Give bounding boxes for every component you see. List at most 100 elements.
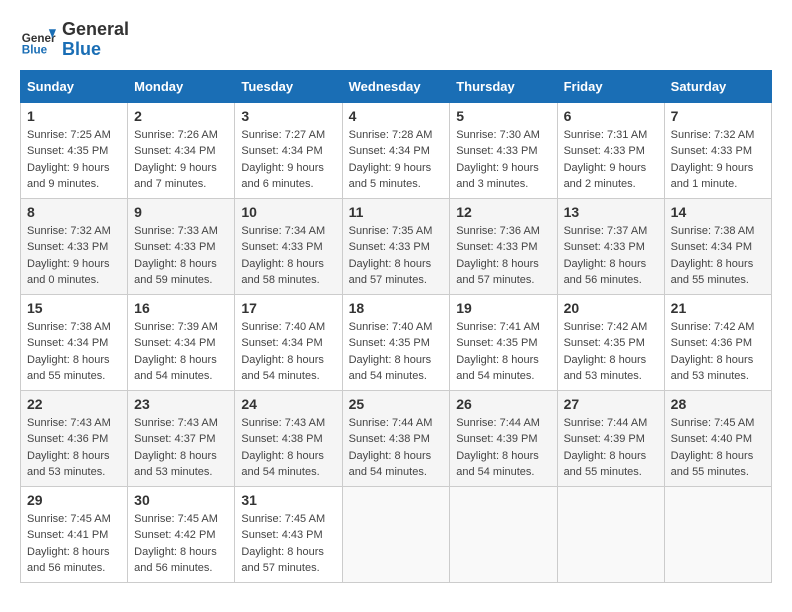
day-info: Sunrise: 7:37 AM Sunset: 4:33 PM Dayligh… bbox=[564, 223, 658, 289]
week-row-5: 29 Sunrise: 7:45 AM Sunset: 4:41 PM Dayl… bbox=[21, 486, 772, 582]
day-info: Sunrise: 7:40 AM Sunset: 4:34 PM Dayligh… bbox=[241, 319, 335, 385]
day-number: 10 bbox=[241, 204, 335, 220]
day-info: Sunrise: 7:38 AM Sunset: 4:34 PM Dayligh… bbox=[671, 223, 765, 289]
day-info: Sunrise: 7:45 AM Sunset: 4:42 PM Dayligh… bbox=[134, 511, 228, 577]
day-info: Sunrise: 7:26 AM Sunset: 4:34 PM Dayligh… bbox=[134, 127, 228, 193]
day-info: Sunrise: 7:35 AM Sunset: 4:33 PM Dayligh… bbox=[349, 223, 444, 289]
day-number: 31 bbox=[241, 492, 335, 508]
calendar-cell: 15 Sunrise: 7:38 AM Sunset: 4:34 PM Dayl… bbox=[21, 294, 128, 390]
calendar-cell: 5 Sunrise: 7:30 AM Sunset: 4:33 PM Dayli… bbox=[450, 102, 557, 198]
calendar-cell: 24 Sunrise: 7:43 AM Sunset: 4:38 PM Dayl… bbox=[235, 390, 342, 486]
weekday-header-row: SundayMondayTuesdayWednesdayThursdayFrid… bbox=[21, 70, 772, 102]
day-number: 21 bbox=[671, 300, 765, 316]
day-info: Sunrise: 7:27 AM Sunset: 4:34 PM Dayligh… bbox=[241, 127, 335, 193]
weekday-header-thursday: Thursday bbox=[450, 70, 557, 102]
day-number: 26 bbox=[456, 396, 550, 412]
calendar-cell: 14 Sunrise: 7:38 AM Sunset: 4:34 PM Dayl… bbox=[664, 198, 771, 294]
day-info: Sunrise: 7:28 AM Sunset: 4:34 PM Dayligh… bbox=[349, 127, 444, 193]
week-row-3: 15 Sunrise: 7:38 AM Sunset: 4:34 PM Dayl… bbox=[21, 294, 772, 390]
day-info: Sunrise: 7:31 AM Sunset: 4:33 PM Dayligh… bbox=[564, 127, 658, 193]
day-number: 1 bbox=[27, 108, 121, 124]
day-number: 24 bbox=[241, 396, 335, 412]
day-info: Sunrise: 7:33 AM Sunset: 4:33 PM Dayligh… bbox=[134, 223, 228, 289]
day-number: 4 bbox=[349, 108, 444, 124]
calendar-cell: 28 Sunrise: 7:45 AM Sunset: 4:40 PM Dayl… bbox=[664, 390, 771, 486]
week-row-4: 22 Sunrise: 7:43 AM Sunset: 4:36 PM Dayl… bbox=[21, 390, 772, 486]
logo-icon: General Blue bbox=[20, 22, 56, 58]
day-number: 20 bbox=[564, 300, 658, 316]
day-number: 25 bbox=[349, 396, 444, 412]
day-number: 3 bbox=[241, 108, 335, 124]
day-number: 19 bbox=[456, 300, 550, 316]
calendar-cell bbox=[557, 486, 664, 582]
day-info: Sunrise: 7:39 AM Sunset: 4:34 PM Dayligh… bbox=[134, 319, 228, 385]
calendar-cell bbox=[450, 486, 557, 582]
day-info: Sunrise: 7:45 AM Sunset: 4:40 PM Dayligh… bbox=[671, 415, 765, 481]
day-number: 23 bbox=[134, 396, 228, 412]
calendar-cell: 4 Sunrise: 7:28 AM Sunset: 4:34 PM Dayli… bbox=[342, 102, 450, 198]
calendar-cell: 31 Sunrise: 7:45 AM Sunset: 4:43 PM Dayl… bbox=[235, 486, 342, 582]
day-number: 14 bbox=[671, 204, 765, 220]
weekday-header-saturday: Saturday bbox=[664, 70, 771, 102]
calendar-cell: 27 Sunrise: 7:44 AM Sunset: 4:39 PM Dayl… bbox=[557, 390, 664, 486]
calendar-cell: 19 Sunrise: 7:41 AM Sunset: 4:35 PM Dayl… bbox=[450, 294, 557, 390]
day-number: 2 bbox=[134, 108, 228, 124]
logo: General Blue General Blue bbox=[20, 20, 129, 60]
day-number: 15 bbox=[27, 300, 121, 316]
calendar-cell: 7 Sunrise: 7:32 AM Sunset: 4:33 PM Dayli… bbox=[664, 102, 771, 198]
calendar-cell: 21 Sunrise: 7:42 AM Sunset: 4:36 PM Dayl… bbox=[664, 294, 771, 390]
svg-text:Blue: Blue bbox=[22, 43, 48, 56]
day-info: Sunrise: 7:32 AM Sunset: 4:33 PM Dayligh… bbox=[27, 223, 121, 289]
calendar-cell: 30 Sunrise: 7:45 AM Sunset: 4:42 PM Dayl… bbox=[128, 486, 235, 582]
calendar-cell: 18 Sunrise: 7:40 AM Sunset: 4:35 PM Dayl… bbox=[342, 294, 450, 390]
day-number: 7 bbox=[671, 108, 765, 124]
day-info: Sunrise: 7:34 AM Sunset: 4:33 PM Dayligh… bbox=[241, 223, 335, 289]
day-number: 11 bbox=[349, 204, 444, 220]
day-number: 27 bbox=[564, 396, 658, 412]
day-number: 22 bbox=[27, 396, 121, 412]
day-info: Sunrise: 7:44 AM Sunset: 4:39 PM Dayligh… bbox=[564, 415, 658, 481]
day-info: Sunrise: 7:45 AM Sunset: 4:41 PM Dayligh… bbox=[27, 511, 121, 577]
calendar-cell: 8 Sunrise: 7:32 AM Sunset: 4:33 PM Dayli… bbox=[21, 198, 128, 294]
day-info: Sunrise: 7:30 AM Sunset: 4:33 PM Dayligh… bbox=[456, 127, 550, 193]
day-number: 30 bbox=[134, 492, 228, 508]
logo-blue: Blue bbox=[62, 40, 129, 60]
day-number: 5 bbox=[456, 108, 550, 124]
day-info: Sunrise: 7:43 AM Sunset: 4:36 PM Dayligh… bbox=[27, 415, 121, 481]
calendar-cell: 29 Sunrise: 7:45 AM Sunset: 4:41 PM Dayl… bbox=[21, 486, 128, 582]
day-info: Sunrise: 7:32 AM Sunset: 4:33 PM Dayligh… bbox=[671, 127, 765, 193]
week-row-1: 1 Sunrise: 7:25 AM Sunset: 4:35 PM Dayli… bbox=[21, 102, 772, 198]
day-number: 28 bbox=[671, 396, 765, 412]
logo-general: General bbox=[62, 20, 129, 40]
day-info: Sunrise: 7:45 AM Sunset: 4:43 PM Dayligh… bbox=[241, 511, 335, 577]
calendar-cell: 6 Sunrise: 7:31 AM Sunset: 4:33 PM Dayli… bbox=[557, 102, 664, 198]
week-row-2: 8 Sunrise: 7:32 AM Sunset: 4:33 PM Dayli… bbox=[21, 198, 772, 294]
calendar-cell: 13 Sunrise: 7:37 AM Sunset: 4:33 PM Dayl… bbox=[557, 198, 664, 294]
calendar-cell: 23 Sunrise: 7:43 AM Sunset: 4:37 PM Dayl… bbox=[128, 390, 235, 486]
day-info: Sunrise: 7:44 AM Sunset: 4:39 PM Dayligh… bbox=[456, 415, 550, 481]
calendar-cell: 2 Sunrise: 7:26 AM Sunset: 4:34 PM Dayli… bbox=[128, 102, 235, 198]
day-info: Sunrise: 7:25 AM Sunset: 4:35 PM Dayligh… bbox=[27, 127, 121, 193]
day-number: 13 bbox=[564, 204, 658, 220]
calendar-table: SundayMondayTuesdayWednesdayThursdayFrid… bbox=[20, 70, 772, 583]
calendar-cell: 1 Sunrise: 7:25 AM Sunset: 4:35 PM Dayli… bbox=[21, 102, 128, 198]
calendar-cell: 11 Sunrise: 7:35 AM Sunset: 4:33 PM Dayl… bbox=[342, 198, 450, 294]
day-number: 17 bbox=[241, 300, 335, 316]
calendar-cell: 26 Sunrise: 7:44 AM Sunset: 4:39 PM Dayl… bbox=[450, 390, 557, 486]
calendar-cell: 16 Sunrise: 7:39 AM Sunset: 4:34 PM Dayl… bbox=[128, 294, 235, 390]
day-info: Sunrise: 7:43 AM Sunset: 4:38 PM Dayligh… bbox=[241, 415, 335, 481]
weekday-header-sunday: Sunday bbox=[21, 70, 128, 102]
day-info: Sunrise: 7:42 AM Sunset: 4:35 PM Dayligh… bbox=[564, 319, 658, 385]
calendar-cell: 22 Sunrise: 7:43 AM Sunset: 4:36 PM Dayl… bbox=[21, 390, 128, 486]
day-number: 16 bbox=[134, 300, 228, 316]
weekday-header-tuesday: Tuesday bbox=[235, 70, 342, 102]
weekday-header-wednesday: Wednesday bbox=[342, 70, 450, 102]
calendar-cell: 3 Sunrise: 7:27 AM Sunset: 4:34 PM Dayli… bbox=[235, 102, 342, 198]
calendar-cell: 25 Sunrise: 7:44 AM Sunset: 4:38 PM Dayl… bbox=[342, 390, 450, 486]
day-info: Sunrise: 7:44 AM Sunset: 4:38 PM Dayligh… bbox=[349, 415, 444, 481]
day-info: Sunrise: 7:43 AM Sunset: 4:37 PM Dayligh… bbox=[134, 415, 228, 481]
calendar-cell: 10 Sunrise: 7:34 AM Sunset: 4:33 PM Dayl… bbox=[235, 198, 342, 294]
calendar-cell: 9 Sunrise: 7:33 AM Sunset: 4:33 PM Dayli… bbox=[128, 198, 235, 294]
day-info: Sunrise: 7:38 AM Sunset: 4:34 PM Dayligh… bbox=[27, 319, 121, 385]
day-number: 29 bbox=[27, 492, 121, 508]
